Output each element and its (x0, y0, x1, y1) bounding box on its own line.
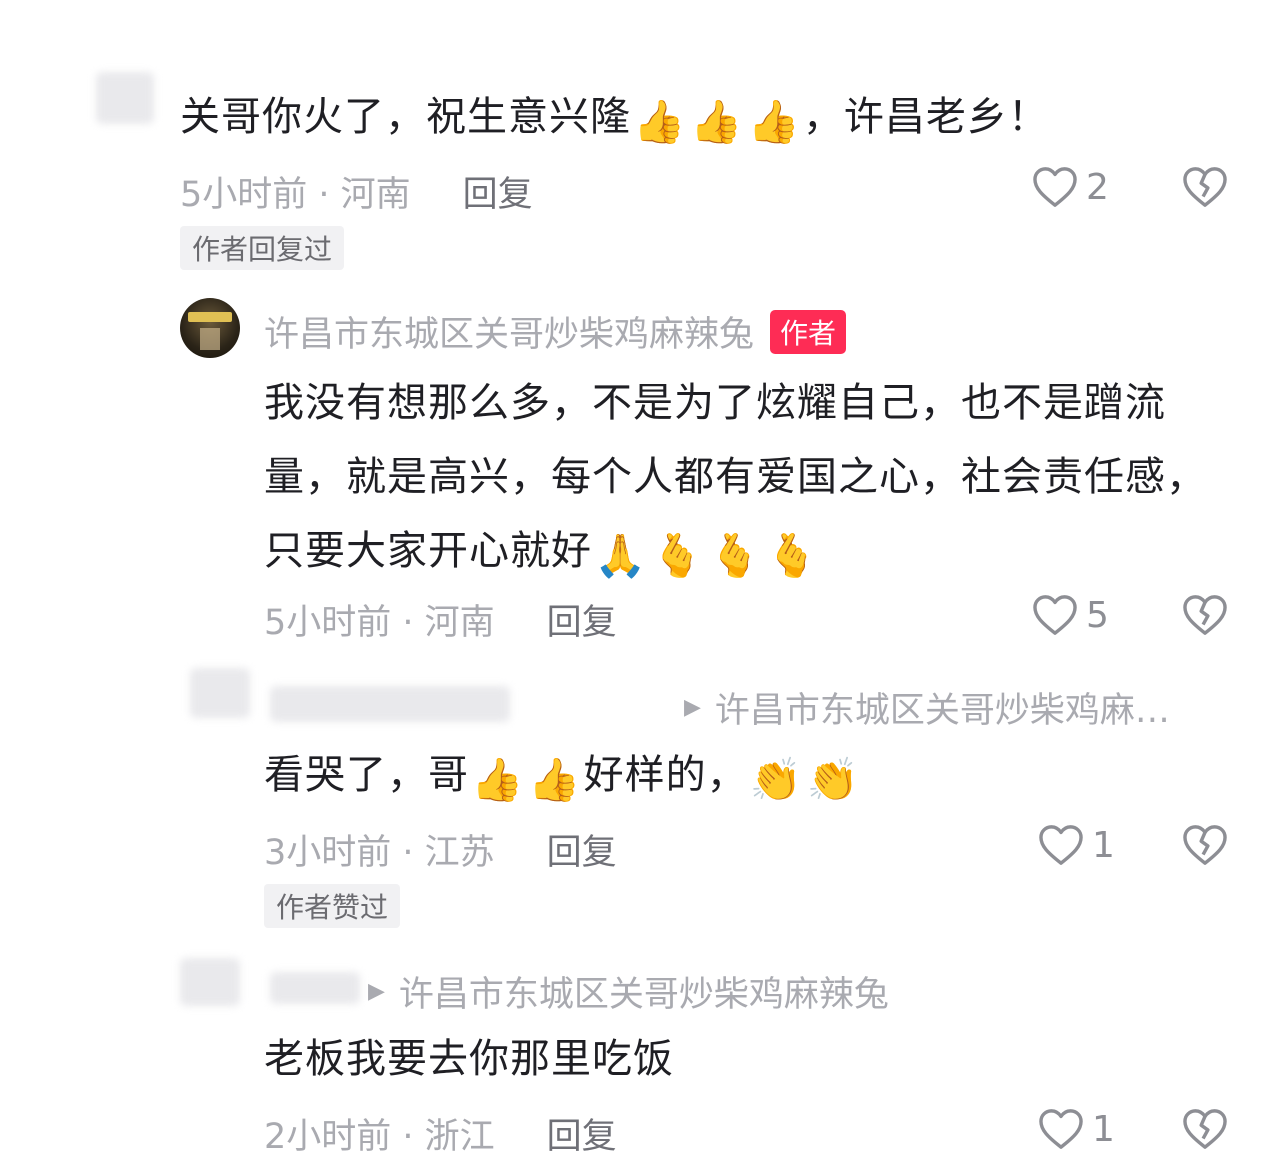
comment-3-text: 看哭了，哥👍👍好样的，👏👏 (264, 752, 861, 804)
username-blurred[interactable] (270, 686, 510, 722)
like-count: 2 (1086, 166, 1109, 208)
reply-button[interactable]: 回复 (547, 824, 617, 875)
like-button[interactable]: 5 (1032, 594, 1109, 636)
comment-2-header: 许昌市东城区关哥炒柴鸡麻辣兔 作者 (264, 306, 847, 357)
comment-4-text: 老板我要去你那里吃饭 (264, 1036, 674, 1082)
thumbs-up-emoji: 👍 (633, 97, 687, 146)
heart-outline-icon (1038, 824, 1084, 866)
reply-button[interactable]: 回复 (463, 166, 533, 217)
reply-button[interactable]: 回复 (547, 1108, 617, 1159)
avatar-blurred[interactable] (96, 72, 154, 124)
like-count: 5 (1086, 594, 1109, 636)
reply-to-name[interactable]: 许昌市东城区关哥炒柴鸡麻… (715, 682, 1170, 733)
praying-hands-emoji: 🙏 (594, 531, 648, 580)
reply-to-name[interactable]: 许昌市东城区关哥炒柴鸡麻辣兔 (399, 966, 889, 1017)
comment-3-meta-row: 3小时前 · 江苏 回复 (264, 824, 617, 875)
thumbs-up-emoji: 👍 (528, 755, 582, 804)
like-button[interactable]: 1 (1038, 824, 1115, 866)
comment-2-meta-row: 5小时前 · 河南 回复 (264, 594, 617, 645)
author-liked-badge: 作者赞过 (264, 884, 401, 928)
triangle-right-icon: ▶ (684, 695, 701, 720)
author-badge: 作者 (770, 309, 847, 354)
like-count: 1 (1092, 824, 1115, 866)
comment-4-meta-row: 2小时前 · 浙江 回复 (264, 1108, 617, 1159)
time-location: 5小时前 · 河南 (264, 603, 495, 643)
finger-heart-emoji: 🫰 (651, 531, 705, 580)
reply-to-row: ▶ 许昌市东城区关哥炒柴鸡麻… (684, 682, 1170, 733)
thumbs-up-emoji: 👍 (471, 755, 525, 804)
thumbs-up-emoji: 👍 (747, 97, 801, 146)
username-blurred[interactable] (270, 972, 360, 1004)
reply-button[interactable]: 回复 (547, 594, 617, 645)
comment-2-text: 我没有想那么多，不是为了炫耀自己，也不是蹭流量，就是高兴，每个人都有爱国之心，社… (264, 380, 1207, 580)
time-location: 3小时前 · 江苏 (264, 833, 495, 873)
thumbs-up-emoji: 👍 (690, 97, 744, 146)
time-location: 5小时前 · 河南 (180, 175, 411, 215)
broken-heart-icon[interactable] (1182, 824, 1228, 866)
finger-heart-emoji: 🫰 (708, 531, 762, 580)
avatar-blurred[interactable] (180, 958, 240, 1006)
author-name[interactable]: 许昌市东城区关哥炒柴鸡麻辣兔 (264, 306, 754, 357)
like-button[interactable]: 2 (1032, 166, 1109, 208)
clapping-hands-emoji: 👏 (749, 755, 803, 804)
broken-heart-icon[interactable] (1182, 594, 1228, 636)
time-location: 2小时前 · 浙江 (264, 1117, 495, 1157)
heart-outline-icon (1032, 166, 1078, 208)
author-avatar[interactable] (180, 298, 240, 358)
clapping-hands-emoji: 👏 (806, 755, 861, 804)
like-button[interactable]: 1 (1038, 1108, 1115, 1150)
reply-to-row: ▶ 许昌市东城区关哥炒柴鸡麻辣兔 (368, 966, 889, 1017)
triangle-right-icon: ▶ (368, 979, 385, 1004)
broken-heart-icon[interactable] (1182, 1108, 1228, 1150)
heart-outline-icon (1038, 1108, 1084, 1150)
like-count: 1 (1092, 1108, 1115, 1150)
avatar-sign (188, 312, 232, 322)
comment-1-text: 关哥你火了，祝生意兴隆👍👍👍，许昌老乡！ (180, 94, 1049, 146)
finger-heart-emoji: 🫰 (765, 531, 820, 580)
avatar-blurred[interactable] (190, 668, 250, 718)
avatar-door (200, 328, 220, 350)
broken-heart-icon[interactable] (1182, 166, 1228, 208)
comment-1-meta-row: 5小时前 · 河南 回复 (180, 166, 533, 217)
heart-outline-icon (1032, 594, 1078, 636)
author-replied-badge: 作者回复过 (180, 226, 345, 270)
